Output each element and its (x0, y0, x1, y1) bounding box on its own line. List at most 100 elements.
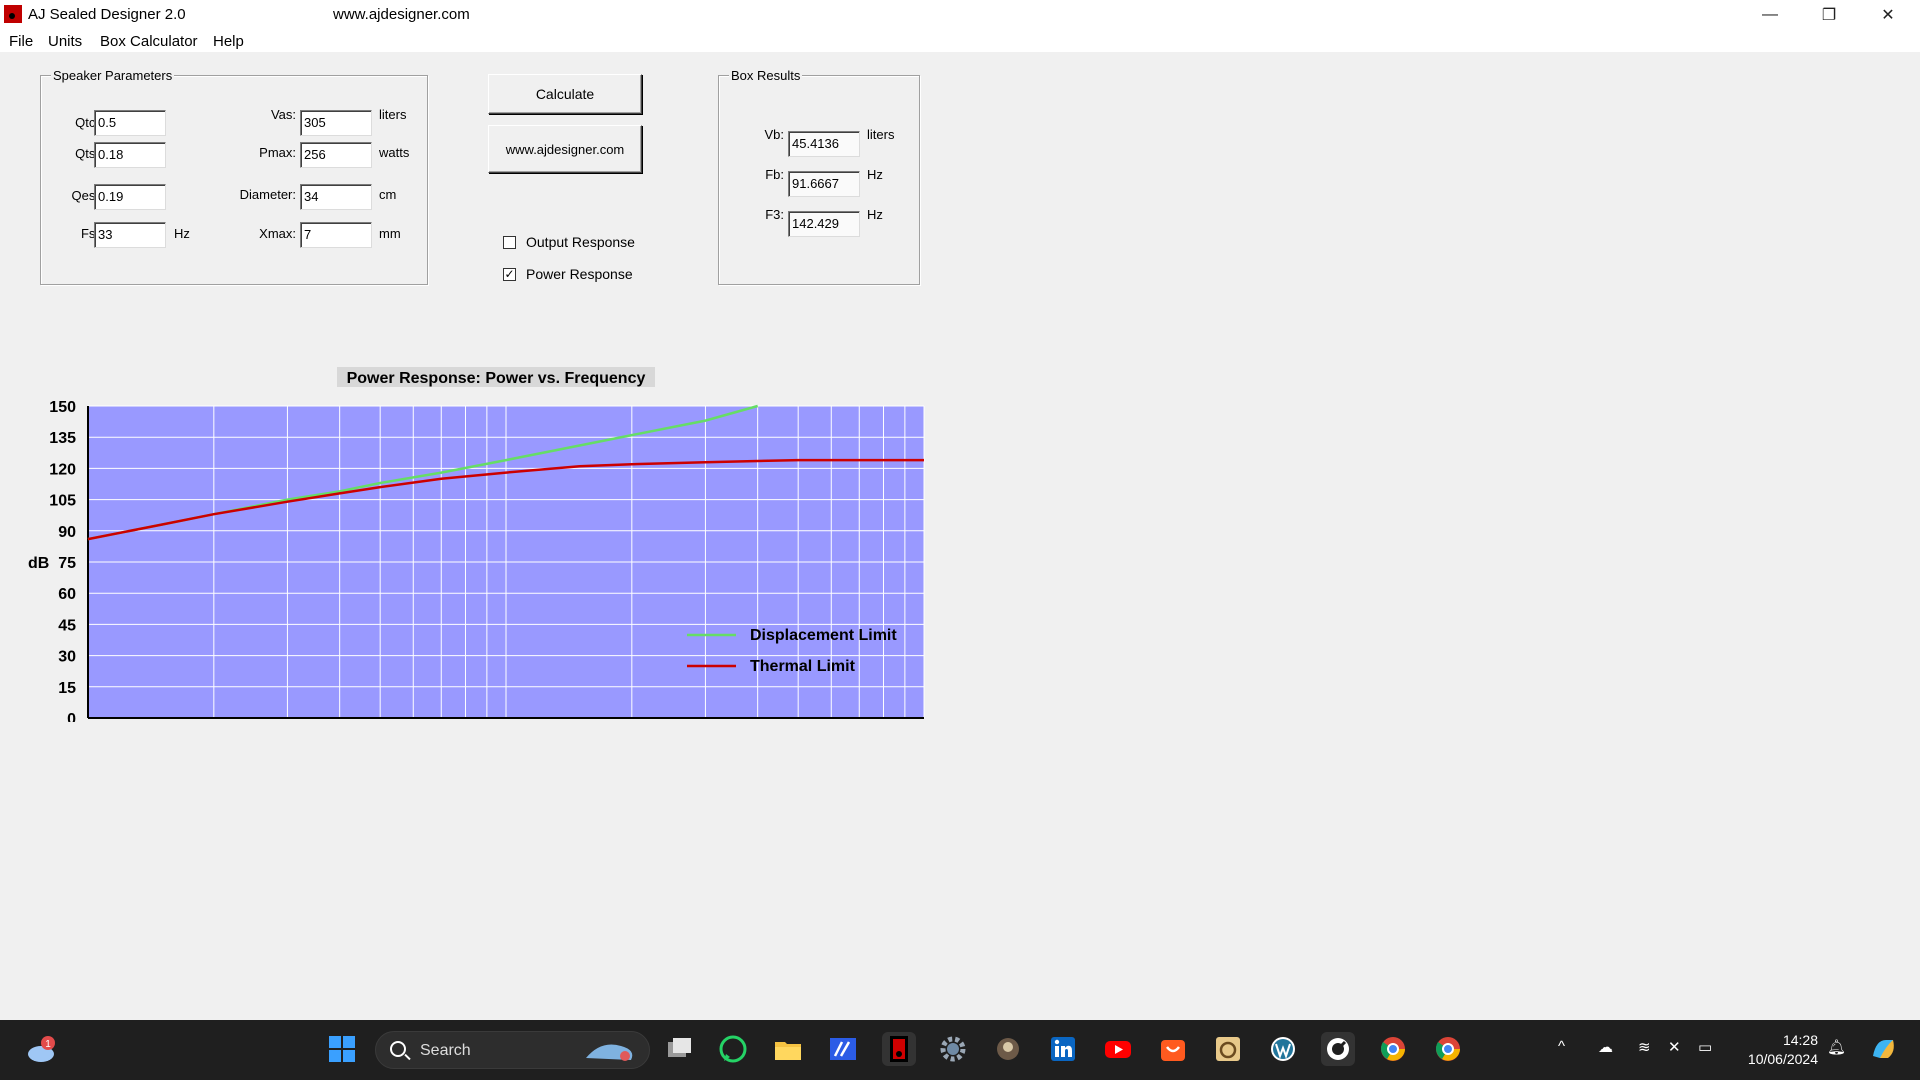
disk-app-icon (1216, 1037, 1240, 1061)
y-tick-label: 150 (49, 399, 76, 416)
qts-field[interactable]: 0.18 (94, 142, 166, 168)
y-tick-label: 135 (49, 430, 76, 447)
menu-box-calculator[interactable]: Box Calculator (100, 33, 198, 50)
output-response-checkbox[interactable]: Output Response (503, 234, 635, 250)
qes-label: Qes: (71, 188, 99, 203)
window-url-label: www.ajdesigner.com (333, 6, 470, 23)
y-tick-label: 45 (58, 617, 76, 634)
close-button[interactable]: ✕ (1860, 0, 1916, 30)
notification-bell-icon[interactable]: 🔔︎ (1827, 1038, 1846, 1056)
qtc-field[interactable]: 0.5 (94, 110, 166, 136)
diameter-label: Diameter: (239, 187, 296, 202)
box-results-label: Box Results (729, 68, 803, 83)
wifi-icon[interactable]: ≋ (1638, 1038, 1651, 1056)
pmax-field[interactable]: 256 (300, 142, 372, 168)
y-tick-label: 120 (49, 461, 76, 478)
chrome-profile-a-icon (1436, 1037, 1460, 1061)
calculate-button[interactable]: Calculate (488, 74, 642, 114)
power-response-box[interactable]: ✓ (503, 267, 516, 281)
copilot-button[interactable] (1866, 1032, 1900, 1066)
tray-overflow-chevron-icon[interactable]: ^ (1558, 1038, 1565, 1055)
speaker-parameters-label: Speaker Parameters (51, 68, 175, 83)
task-view-button[interactable] (663, 1032, 697, 1066)
settings-gear-icon (940, 1036, 966, 1062)
vb-label: Vb: (764, 127, 784, 142)
search-label: Search (420, 1042, 471, 1059)
file-explorer-button[interactable] (771, 1032, 805, 1066)
app-logo-icon (4, 5, 22, 23)
clock-date: 10/06/2024 (1747, 1051, 1818, 1067)
fs-unit: Hz (174, 226, 190, 241)
y-tick-label: 90 (58, 524, 76, 541)
pmax-unit: watts (379, 145, 410, 160)
aj-sealed-designer-button[interactable] (882, 1032, 916, 1066)
vb-unit: liters (867, 127, 895, 142)
pmax-label: Pmax: (259, 145, 296, 160)
restore-button[interactable]: ❐ (1801, 0, 1857, 30)
youtube-icon (1105, 1041, 1131, 1058)
linkedin-button[interactable] (1046, 1032, 1080, 1066)
y-tick-label: 0 (67, 711, 76, 722)
xmax-unit: mm (379, 226, 401, 241)
fb-label: Fb: (765, 167, 784, 182)
chart-title: Power Response: Power vs. Frequency (347, 370, 646, 387)
output-response-label: Output Response (526, 234, 635, 250)
youtube-button[interactable] (1101, 1032, 1135, 1066)
xmax-field[interactable]: 7 (300, 222, 372, 248)
whatsapp-button[interactable] (716, 1032, 750, 1066)
search-highlight-icon (586, 1044, 633, 1061)
chrome-profile-d-button[interactable] (1376, 1032, 1410, 1066)
fb-field[interactable]: 91.6667 (788, 171, 860, 197)
store-bag-button[interactable] (1156, 1032, 1190, 1066)
qtc-label: Qtc: (75, 115, 99, 130)
y-tick-label: 75 (58, 555, 76, 572)
legend-label: Displacement Limit (750, 627, 897, 644)
box-results-group: Box Results Vb: 45.4136 liters Fb: 91.66… (718, 68, 920, 285)
pen-app-icon (830, 1038, 856, 1060)
chrome-profile-a-button[interactable] (1431, 1032, 1465, 1066)
recorder-button[interactable] (1321, 1032, 1355, 1066)
menu-help[interactable]: Help (213, 33, 244, 50)
menu-file[interactable]: File (9, 33, 33, 50)
volume-muted-icon[interactable]: ✕ (1668, 1038, 1681, 1056)
task-view-icon (668, 1038, 691, 1057)
onedrive-cloud-icon[interactable]: ☁ (1598, 1038, 1613, 1056)
system-clock[interactable]: 14:28 10/06/2024 (1728, 1031, 1818, 1069)
title-bar: AJ Sealed Designer 2.0 www.ajdesigner.co… (0, 0, 1920, 30)
qes-field[interactable]: 0.19 (94, 184, 166, 210)
wordpress-button[interactable] (1266, 1032, 1300, 1066)
power-response-checkbox[interactable]: ✓ Power Response (503, 266, 633, 282)
website-button[interactable]: www.ajdesigner.com (488, 125, 642, 173)
xmax-label: Xmax: (259, 226, 296, 241)
y-tick-label: 30 (58, 649, 76, 666)
taskbar-search-box[interactable]: Search (375, 1031, 650, 1069)
store-bag-icon (1161, 1040, 1185, 1061)
clock-time: 14:28 (1782, 1032, 1818, 1048)
vas-unit: liters (379, 107, 407, 122)
vb-field[interactable]: 45.4136 (788, 131, 860, 157)
close-icon: ✕ (1881, 7, 1895, 24)
battery-icon[interactable]: ▭ (1698, 1038, 1712, 1056)
whatsapp-icon (719, 1035, 747, 1063)
minimize-button[interactable]: — (1742, 0, 1798, 30)
weather-badge: 1 (45, 1039, 51, 1050)
weather-icon: 1 (28, 1036, 55, 1062)
linkedin-icon (1051, 1037, 1075, 1061)
game-app-button[interactable] (991, 1032, 1025, 1066)
start-button[interactable] (325, 1032, 359, 1066)
weather-widget[interactable]: 1 (24, 1033, 58, 1067)
diameter-field[interactable]: 34 (300, 184, 372, 210)
vas-field[interactable]: 305 (300, 110, 372, 136)
menu-units[interactable]: Units (48, 33, 82, 50)
y-tick-label: 60 (58, 586, 76, 603)
f3-unit: Hz (867, 207, 883, 222)
disk-app-button[interactable] (1211, 1032, 1245, 1066)
speaker-parameters-group: Speaker Parameters Qtc: 0.5 Qts: 0.18 Qe… (40, 68, 428, 285)
pen-app-button[interactable] (826, 1032, 860, 1066)
f3-field[interactable]: 142.429 (788, 211, 860, 237)
settings-button[interactable] (936, 1032, 970, 1066)
f3-label: F3: (765, 207, 784, 222)
output-response-box[interactable] (503, 235, 516, 249)
game-app-icon (997, 1038, 1019, 1060)
fs-field[interactable]: 33 (94, 222, 166, 248)
